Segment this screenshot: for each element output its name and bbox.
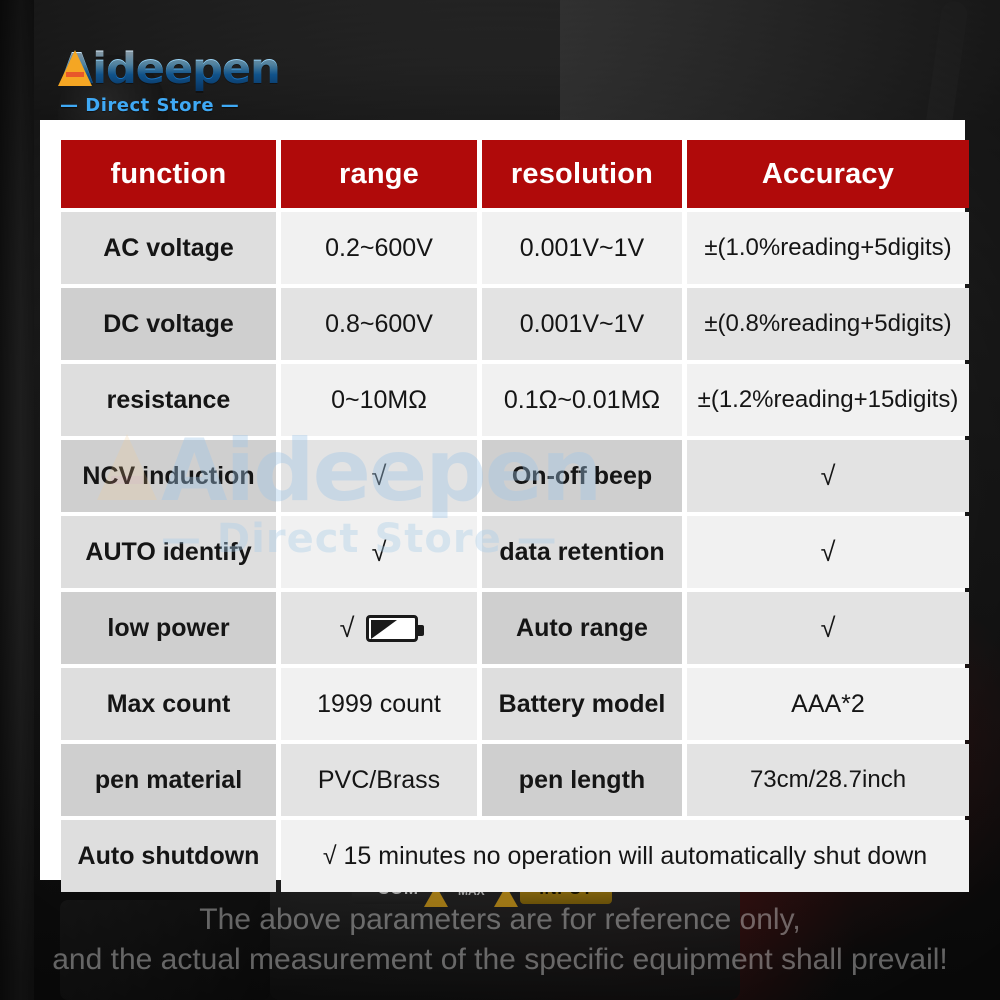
cell-value-battery-model: AAA*2	[687, 668, 969, 740]
cell-resolution-dc-voltage: 0.001V~1V	[482, 288, 682, 360]
table-row: Max count 1999 count Battery model AAA*2	[61, 668, 969, 740]
cell-function-resistance: resistance	[61, 364, 276, 436]
checkmark-glyph: √	[339, 612, 355, 643]
cell-feature-pen-length: pen length	[482, 744, 682, 816]
brand-logo-tagline: — Direct Store —	[60, 95, 240, 116]
cell-accuracy-ac-voltage: ±(1.0%reading+5digits)	[687, 212, 969, 284]
triangle-a-icon	[58, 50, 92, 86]
cell-function-ac-voltage: AC voltage	[61, 212, 276, 284]
cell-low-power-indicator: √	[281, 592, 477, 664]
table-row: NCV induction √ On-off beep √	[61, 440, 969, 512]
column-header-range: range	[281, 140, 477, 208]
table-row: pen material PVC/Brass pen length 73cm/2…	[61, 744, 969, 816]
table-header-row: function range resolution Accuracy	[61, 140, 969, 208]
cell-accuracy-resistance: ±(1.2%reading+15digits)	[687, 364, 969, 436]
cell-resolution-resistance: 0.1Ω~0.01MΩ	[482, 364, 682, 436]
cell-function-ncv-induction: NCV induction	[61, 440, 276, 512]
cell-value-pen-material: PVC/Brass	[281, 744, 477, 816]
cell-feature-data-retention: data retention	[482, 516, 682, 588]
table-row: AC voltage 0.2~600V 0.001V~1V ±(1.0%read…	[61, 212, 969, 284]
screenshot-root: COM INPUT MAX Aideepen — Direct Store — …	[0, 0, 1000, 1000]
background-dark-probe	[60, 900, 270, 1000]
cell-feature-on-off-beep: On-off beep	[482, 440, 682, 512]
specification-panel: function range resolution Accuracy AC vo…	[40, 120, 969, 892]
cell-range-resistance: 0~10MΩ	[281, 364, 477, 436]
brand-logo: Aideepen — Direct Store —	[58, 48, 300, 118]
cell-function-max-count: Max count	[61, 668, 276, 740]
table-row: DC voltage 0.8~600V 0.001V~1V ±(0.8%read…	[61, 288, 969, 360]
cell-auto-shutdown-description: √ 15 minutes no operation will automatic…	[281, 820, 969, 892]
column-header-resolution: resolution	[482, 140, 682, 208]
cell-value-pen-length: 73cm/28.7inch	[687, 744, 969, 816]
cell-feature-auto-range: Auto range	[482, 592, 682, 664]
cell-function-low-power: low power	[61, 592, 276, 664]
cell-auto-range-checkmark: √	[687, 592, 969, 664]
background-left-bar	[0, 0, 34, 1000]
cell-function-pen-material: pen material	[61, 744, 276, 816]
cell-value-max-count: 1999 count	[281, 668, 477, 740]
battery-low-icon	[366, 614, 425, 642]
table-row: AUTO identify √ data retention √	[61, 516, 969, 588]
cell-range-ac-voltage: 0.2~600V	[281, 212, 477, 284]
cell-range-dc-voltage: 0.8~600V	[281, 288, 477, 360]
table-row: resistance 0~10MΩ 0.1Ω~0.01MΩ ±(1.2%read…	[61, 364, 969, 436]
column-header-function: function	[61, 140, 276, 208]
cell-function-auto-identify: AUTO identify	[61, 516, 276, 588]
cell-accuracy-dc-voltage: ±(0.8%reading+5digits)	[687, 288, 969, 360]
cell-data-retention-checkmark: √	[687, 516, 969, 588]
specification-table: function range resolution Accuracy AC vo…	[56, 136, 974, 896]
cell-function-dc-voltage: DC voltage	[61, 288, 276, 360]
cell-feature-battery-model: Battery model	[482, 668, 682, 740]
brand-logo-wordmark: Aideepen	[60, 48, 300, 91]
cell-function-auto-shutdown: Auto shutdown	[61, 820, 276, 892]
table-row-auto-shutdown: Auto shutdown √ 15 minutes no operation …	[61, 820, 969, 892]
cell-auto-identify-checkmark: √	[281, 516, 477, 588]
table-row: low power √ Auto range √	[61, 592, 969, 664]
cell-resolution-ac-voltage: 0.001V~1V	[482, 212, 682, 284]
cell-ncv-checkmark: √	[281, 440, 477, 512]
cell-on-off-beep-checkmark: √	[687, 440, 969, 512]
column-header-accuracy: Accuracy	[687, 140, 969, 208]
